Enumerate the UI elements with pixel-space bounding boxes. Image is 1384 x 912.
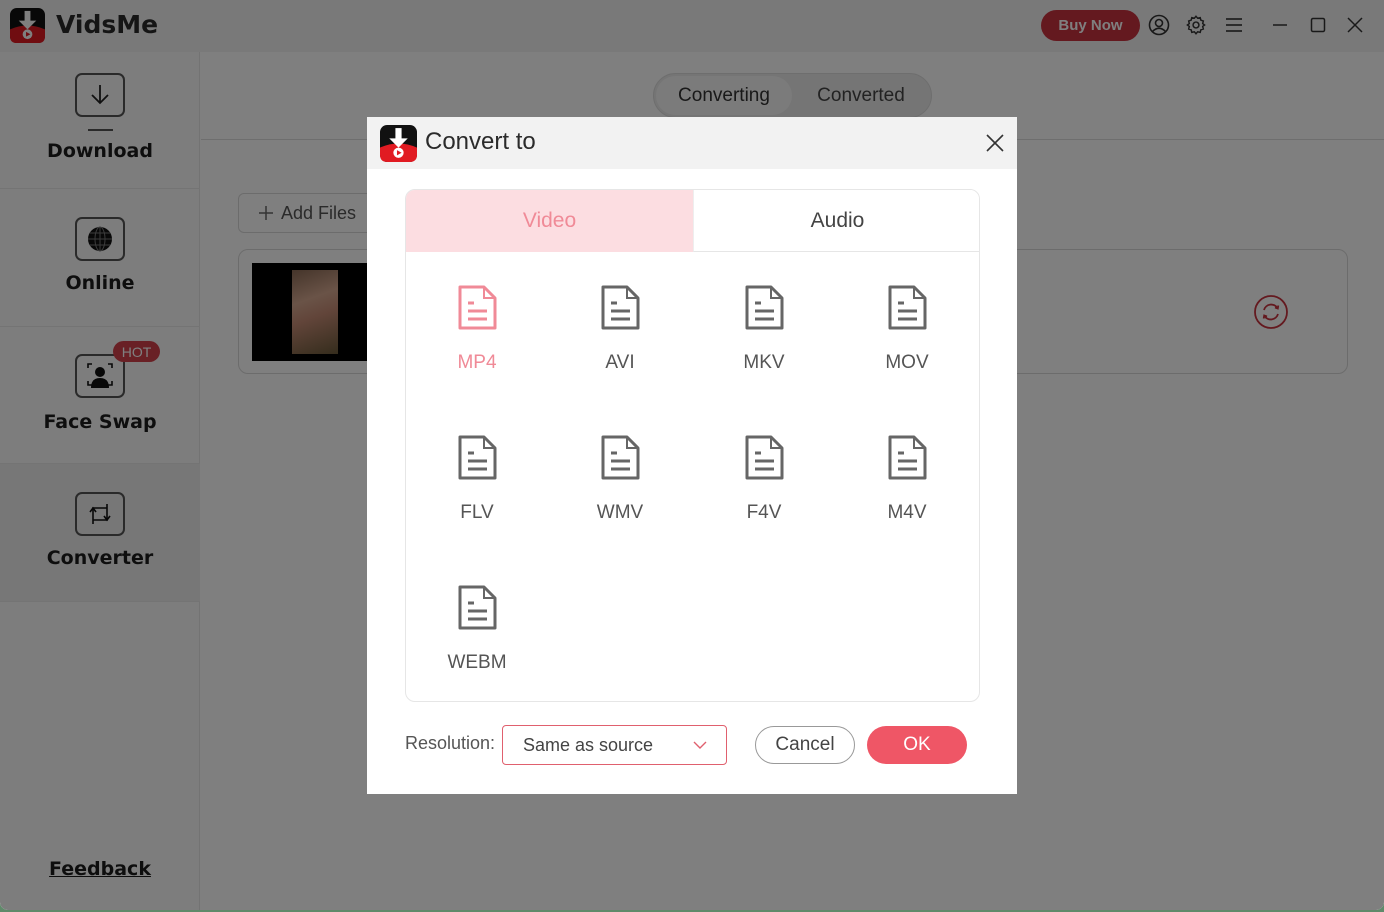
format-option-webm[interactable]: WEBM [417, 585, 537, 695]
convert-dialog: Convert to Video Audio MP4 AVI MKV MOV FLV WM… [367, 117, 1017, 794]
format-label: FLV [460, 502, 494, 523]
file-icon [458, 435, 497, 480]
dialog-title: Convert to [425, 128, 536, 155]
format-label: F4V [746, 502, 782, 523]
format-option-f4v[interactable]: F4V [704, 435, 824, 545]
file-icon [888, 435, 927, 480]
app-logo-icon [380, 125, 417, 162]
format-option-m4v[interactable]: M4V [847, 435, 967, 545]
format-label: M4V [887, 502, 927, 523]
resolution-label: Resolution: [405, 733, 496, 753]
format-option-mkv[interactable]: MKV [704, 285, 824, 395]
format-option-flv[interactable]: FLV [417, 435, 537, 545]
cancel-button[interactable]: Cancel [755, 726, 855, 764]
resolution-select[interactable]: Same as source [502, 725, 727, 765]
file-icon [745, 435, 784, 480]
tab-video[interactable]: Video [406, 190, 693, 252]
tab-audio[interactable]: Audio [693, 190, 979, 252]
dialog-header: Convert to [367, 117, 1017, 169]
format-label: AVI [605, 352, 635, 373]
format-option-mp4[interactable]: MP4 [417, 285, 537, 395]
dialog-close-icon[interactable] [983, 131, 1007, 155]
format-option-wmv[interactable]: WMV [560, 435, 680, 545]
file-icon [888, 285, 927, 330]
format-panel: Video Audio MP4 AVI MKV MOV FLV WMV F4V M4V WEBM [405, 189, 980, 702]
format-label: WMV [596, 502, 644, 523]
format-option-avi[interactable]: AVI [560, 285, 680, 395]
file-icon [601, 285, 640, 330]
format-label: MP4 [457, 352, 497, 373]
file-icon [601, 435, 640, 480]
file-icon [745, 285, 784, 330]
ok-button[interactable]: OK [867, 726, 967, 764]
chevron-down-icon [693, 741, 707, 749]
format-label: WEBM [447, 652, 507, 673]
format-label: MKV [743, 352, 785, 373]
file-icon [458, 585, 497, 630]
resolution-value: Same as source [523, 734, 654, 755]
app-window: VidsMe Buy Now Download [0, 0, 1384, 910]
format-option-mov[interactable]: MOV [847, 285, 967, 395]
file-icon [458, 285, 497, 330]
format-label: MOV [885, 352, 929, 373]
